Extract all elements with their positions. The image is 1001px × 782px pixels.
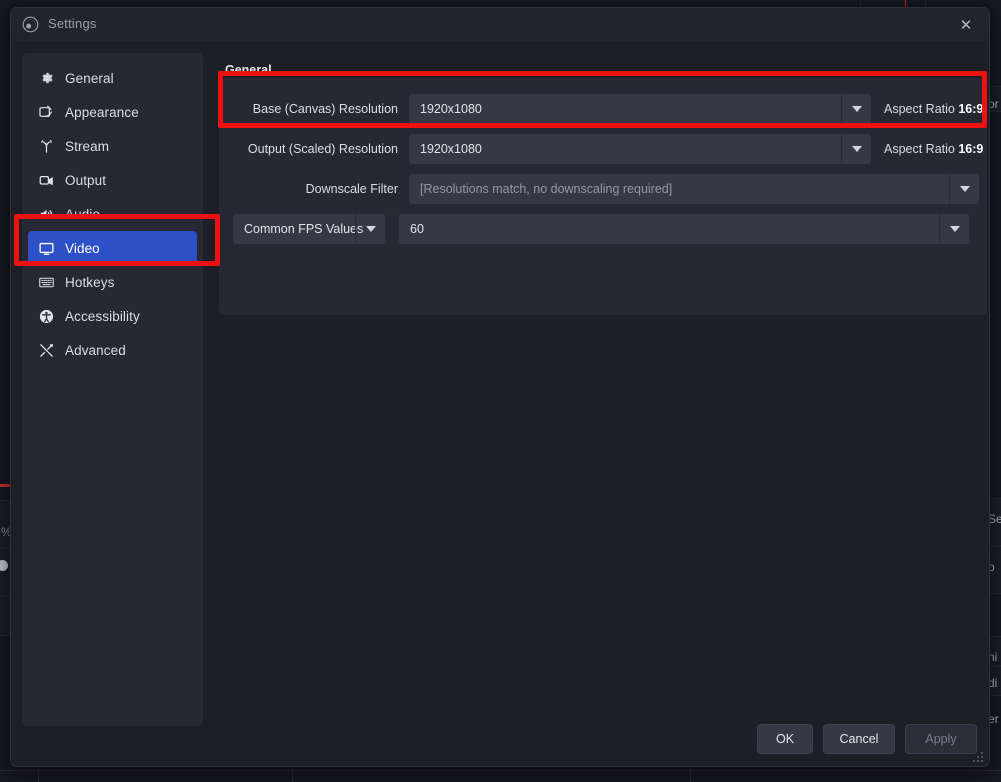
chevron-down-icon[interactable] <box>355 214 385 244</box>
output-resolution-combobox[interactable]: 1920x1080 <box>409 134 871 164</box>
sidebar-item-stream[interactable]: Stream <box>28 129 197 163</box>
fps-value-combobox[interactable]: 60 <box>399 214 969 244</box>
base-resolution-value: 1920x1080 <box>409 102 482 116</box>
base-resolution-aspect-ratio: Aspect Ratio 16:9 <box>884 102 983 116</box>
fps-value: 60 <box>399 222 424 236</box>
sidebar-item-video[interactable]: Video <box>28 231 197 265</box>
row-fps: Common FPS Values 60 <box>233 214 969 244</box>
sidebar-item-label: Output <box>65 173 106 188</box>
sidebar-item-output[interactable]: Output <box>28 163 197 197</box>
close-icon[interactable]: ✕ <box>947 11 985 38</box>
aspect-ratio-label: Aspect Ratio <box>884 142 955 156</box>
chevron-down-icon[interactable] <box>949 174 979 204</box>
background-divider <box>38 766 39 782</box>
gear-icon <box>36 68 56 88</box>
ok-button[interactable]: OK <box>757 724 813 754</box>
monitor-icon <box>36 238 56 258</box>
obs-logo-icon <box>22 16 39 33</box>
sidebar-item-label: General <box>65 71 114 86</box>
base-resolution-label: Base (Canvas) Resolution <box>219 102 409 116</box>
sidebar-item-general[interactable]: General <box>28 61 197 95</box>
sidebar-item-audio[interactable]: Audio <box>28 197 197 231</box>
settings-dialog: Settings ✕ General Appearance <box>10 7 990 767</box>
output-video-icon <box>36 170 56 190</box>
sidebar-item-label: Appearance <box>65 105 139 120</box>
sidebar-item-appearance[interactable]: Appearance <box>28 95 197 129</box>
sidebar-item-hotkeys[interactable]: Hotkeys <box>28 265 197 299</box>
general-group-box: Base (Canvas) Resolution 1920x1080 Aspec… <box>219 78 987 315</box>
downscale-filter-value: [Resolutions match, no downscaling requi… <box>409 182 672 196</box>
background-divider <box>0 770 1001 771</box>
output-resolution-label: Output (Scaled) Resolution <box>219 142 409 156</box>
tools-icon <box>36 340 56 360</box>
chevron-down-icon[interactable] <box>939 214 969 244</box>
dialog-titlebar: Settings ✕ <box>11 8 989 41</box>
row-downscale-filter: Downscale Filter [Resolutions match, no … <box>219 174 979 204</box>
background-red-marker-left <box>0 484 10 487</box>
speaker-icon <box>36 204 56 224</box>
sidebar-item-label: Audio <box>65 207 100 222</box>
downscale-filter-label: Downscale Filter <box>219 182 409 196</box>
output-resolution-value: 1920x1080 <box>409 142 482 156</box>
fps-mode-combobox[interactable]: Common FPS Values <box>233 214 385 244</box>
keyboard-icon <box>36 272 56 292</box>
background-divider <box>690 766 691 782</box>
chevron-down-icon[interactable] <box>841 94 871 124</box>
base-resolution-combobox[interactable]: 1920x1080 <box>409 94 871 124</box>
output-resolution-aspect-ratio: Aspect Ratio 16:9 <box>884 142 983 156</box>
sidebar-item-label: Video <box>65 241 100 256</box>
background-panel <box>0 500 10 548</box>
broadcast-icon <box>36 136 56 156</box>
aspect-ratio-label: Aspect Ratio <box>884 102 955 116</box>
aspect-ratio-value: 16:9 <box>958 142 983 156</box>
chevron-down-icon[interactable] <box>841 134 871 164</box>
sidebar-item-accessibility[interactable]: Accessibility <box>28 299 197 333</box>
row-base-resolution: Base (Canvas) Resolution 1920x1080 Aspec… <box>219 94 983 124</box>
fps-mode-value: Common FPS Values <box>233 222 363 236</box>
dialog-footer: OK Cancel Apply <box>757 724 977 754</box>
aspect-ratio-value: 16:9 <box>958 102 983 116</box>
sidebar-item-label: Advanced <box>65 343 126 358</box>
sidebar-item-label: Hotkeys <box>65 275 114 290</box>
background-divider <box>292 766 293 782</box>
row-output-resolution: Output (Scaled) Resolution 1920x1080 Asp… <box>219 134 983 164</box>
dialog-title: Settings <box>48 16 97 31</box>
accessibility-icon <box>36 306 56 326</box>
sidebar-item-advanced[interactable]: Advanced <box>28 333 197 367</box>
background-panel <box>0 548 10 596</box>
background-panel <box>0 596 10 636</box>
sidebar-item-label: Accessibility <box>65 309 140 324</box>
group-title: General <box>225 63 272 77</box>
cancel-button[interactable]: Cancel <box>823 724 895 754</box>
apply-button[interactable]: Apply <box>905 724 977 754</box>
settings-category-list[interactable]: General Appearance <box>22 53 203 726</box>
downscale-filter-combobox[interactable]: [Resolutions match, no downscaling requi… <box>409 174 979 204</box>
sidebar-item-label: Stream <box>65 139 109 154</box>
appearance-icon <box>36 102 56 122</box>
resize-grip[interactable] <box>972 750 984 762</box>
